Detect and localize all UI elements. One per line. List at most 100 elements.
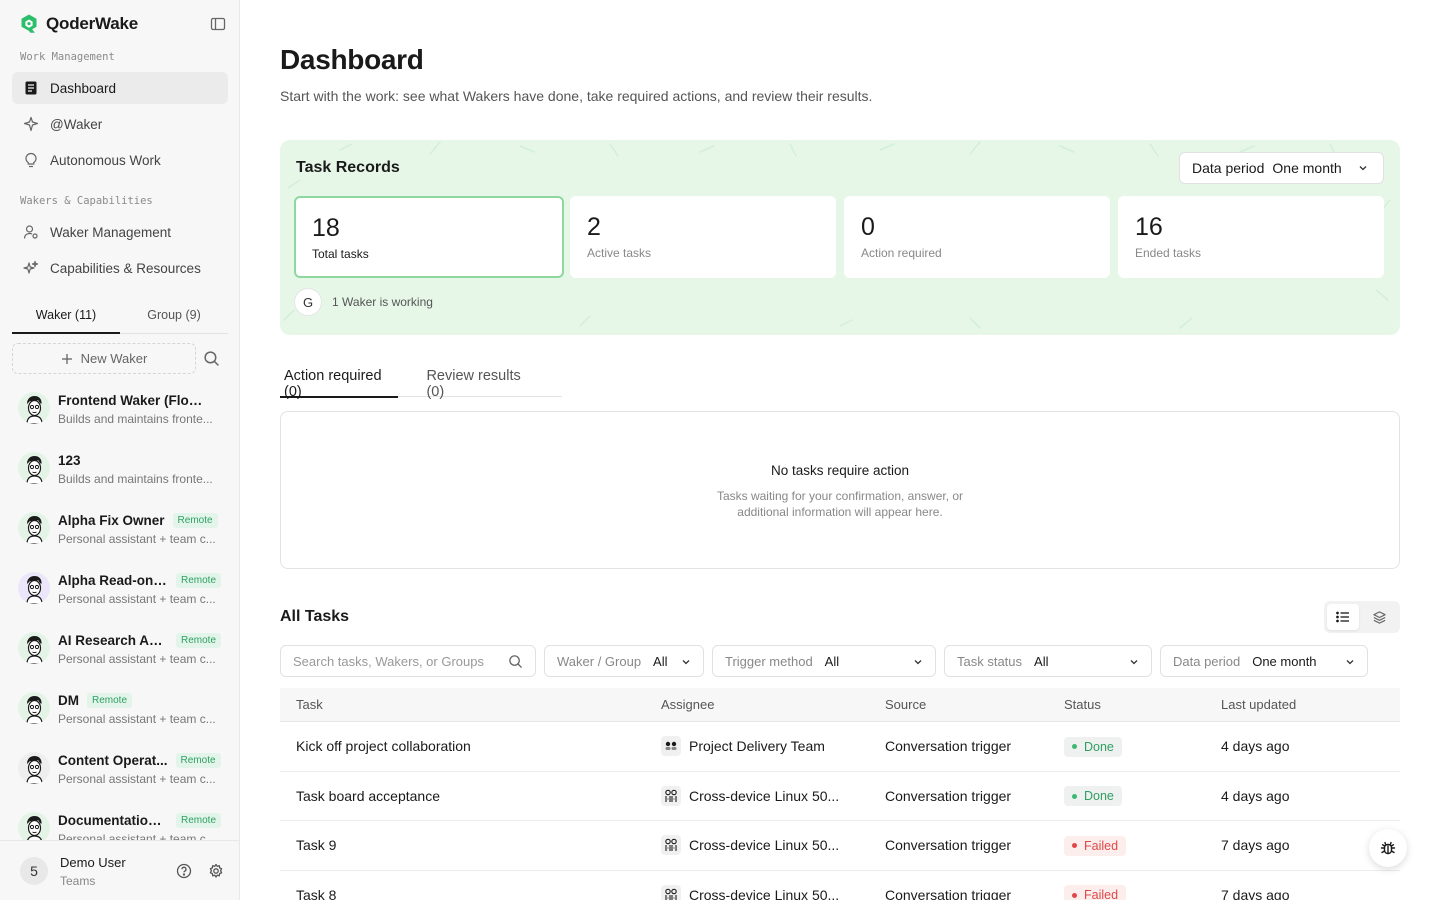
remote-badge: Remote <box>172 512 218 528</box>
nav-dashboard-label: Dashboard <box>50 80 117 96</box>
waker-avatar <box>18 692 50 724</box>
nav-waker-management[interactable]: Waker Management <box>12 216 228 248</box>
assignee-avatar <box>661 835 681 856</box>
stat-ended-tasks[interactable]: 16 Ended tasks <box>1118 196 1384 278</box>
device-avatar-icon <box>665 888 677 900</box>
table-row[interactable]: Task board acceptance Cross-device Linux … <box>280 772 1400 821</box>
column-header-source[interactable]: Source <box>885 697 1064 712</box>
waker-list-item[interactable]: DM Remote Personal assistant + team c... <box>0 680 239 740</box>
waker-group-filter[interactable]: Waker / Group All <box>544 645 704 677</box>
waker-list-item[interactable]: Documentation ... Remote Personal assistan… <box>0 800 239 840</box>
tab-action-required[interactable]: Action required (0) <box>280 360 399 400</box>
collapse-sidebar-button[interactable] <box>209 15 227 33</box>
tab-wakers[interactable]: Waker (11) <box>12 302 120 334</box>
waker-avatar-icon <box>26 576 43 604</box>
settings-gear-icon[interactable] <box>208 863 224 879</box>
search-icon[interactable] <box>203 350 220 367</box>
waker-avatar-icon <box>26 816 43 840</box>
waker-list: Frontend Waker (Flow i... Builds and main… <box>0 380 239 840</box>
table-row[interactable]: Task 9 Cross-device Linux 50... Conversati… <box>280 821 1400 871</box>
waker-name-row: Documentation ... Remote <box>58 811 239 829</box>
task-search-field[interactable] <box>280 645 536 677</box>
chevron-down-icon <box>914 660 922 665</box>
nav-autonomous-work[interactable]: Autonomous Work <box>12 144 228 176</box>
nav-waker[interactable]: @Waker <box>12 108 228 140</box>
records-data-period-select[interactable]: Data period One month <box>1179 152 1384 184</box>
waker-name: Documentation ... <box>58 812 168 828</box>
waker-list-item[interactable]: Frontend Waker (Flow i... Builds and main… <box>0 380 239 440</box>
status-text: Failed <box>1084 838 1119 853</box>
table-row[interactable]: Task 8 Cross-device Linux 50... Conversati… <box>280 871 1400 900</box>
data-period-label: Data period <box>1192 160 1265 176</box>
waker-name: Frontend Waker (Flow i... <box>58 392 210 408</box>
filter-value: All <box>1034 653 1049 669</box>
new-waker-button[interactable]: New Waker <box>12 343 196 374</box>
tasks-table: Task Assignee Source Status Last updated… <box>280 688 1400 900</box>
column-header-last-updated[interactable]: Last updated <box>1221 697 1400 712</box>
debug-button[interactable] <box>1369 829 1407 867</box>
task-name-cell: Task board acceptance <box>296 787 440 804</box>
stat-total-tasks[interactable]: 18 Total tasks <box>294 196 564 278</box>
user-avatar[interactable]: 5 <box>20 857 48 885</box>
waker-list-item[interactable]: Alpha Read-onl... Remote Personal assistan… <box>0 560 239 620</box>
assignee-name: Project Delivery Team <box>689 738 825 755</box>
stat-action-required[interactable]: 0 Action required <box>844 196 1110 278</box>
status-cell: Done <box>1064 736 1221 757</box>
table-row[interactable]: Kick off project collaboration Project De… <box>280 722 1400 772</box>
trigger-method-filter[interactable]: Trigger method All <box>712 645 936 677</box>
remote-badge: Remote <box>176 572 222 588</box>
sparkle-icon <box>23 116 39 132</box>
assignee-name: Cross-device Linux 50... <box>689 837 840 854</box>
status-badge: Done <box>1064 786 1122 806</box>
brand[interactable]: QoderWake <box>18 13 138 35</box>
source-cell: Conversation trigger <box>885 886 1012 900</box>
nav-capabilities[interactable]: Capabilities & Resources <box>12 252 228 284</box>
action-tabs: Action required (0) Review results (0) <box>280 360 562 400</box>
waker-list-item[interactable]: Content Operat... Remote Personal assistan… <box>0 740 239 800</box>
team-icon <box>665 742 677 751</box>
waker-name-row: Alpha Fix Owner Remote <box>58 511 239 529</box>
column-header-assignee[interactable]: Assignee <box>661 697 885 712</box>
stat-active-tasks[interactable]: 2 Active tasks <box>570 196 836 278</box>
all-tasks-title: All Tasks <box>280 608 350 625</box>
column-header-status[interactable]: Status <box>1064 697 1221 712</box>
waker-list-item[interactable]: 123 Builds and maintains fronte... <box>0 440 239 500</box>
source-cell: Conversation trigger <box>885 738 1012 755</box>
waker-avatar <box>18 512 50 544</box>
waker-list-item[interactable]: Alpha Fix Owner Remote Personal assistant … <box>0 500 239 560</box>
waker-list-item[interactable]: AI Research Ana... Remote Personal assista… <box>0 620 239 680</box>
layers-icon <box>1372 610 1386 624</box>
assignee-avatar <box>661 785 681 806</box>
source-cell: Conversation trigger <box>885 787 1012 804</box>
status-badge: Done <box>1064 736 1122 757</box>
stat-value: 2 <box>587 213 601 241</box>
waker-avatar <box>18 392 50 424</box>
waker-name-row: DM Remote <box>58 691 239 709</box>
user-team: Teams <box>60 874 96 888</box>
bug-icon <box>1380 841 1396 855</box>
waker-name: 123 <box>58 452 81 468</box>
tab-groups[interactable]: Group (9) <box>120 302 228 333</box>
lightbulb-icon <box>25 152 37 168</box>
waker-name: Content Operat... <box>58 752 168 768</box>
task-search-input[interactable] <box>281 646 491 676</box>
nav-dashboard[interactable]: Dashboard <box>12 72 228 104</box>
task-records-title: Task Records <box>296 159 400 176</box>
layers-view-button[interactable] <box>1363 604 1395 630</box>
view-switch <box>1324 601 1400 633</box>
tab-review-results[interactable]: Review results (0) <box>422 360 534 400</box>
working-waker-avatar[interactable]: G <box>294 288 322 316</box>
column-header-task[interactable]: Task <box>280 697 661 712</box>
task-status-filter[interactable]: Task status All <box>944 645 1152 677</box>
chevron-down-icon <box>1346 660 1354 665</box>
list-view-button[interactable] <box>1327 604 1359 630</box>
task-records-panel: Task Records Data period One month 18 To… <box>280 140 1400 335</box>
assignee-avatar <box>661 736 681 757</box>
help-icon[interactable] <box>176 863 192 879</box>
data-period-filter[interactable]: Data period One month <box>1160 645 1368 677</box>
status-text: Failed <box>1084 888 1119 900</box>
sidebar: QoderWake Work Management Dashboard @Wak… <box>0 0 240 900</box>
assignee-cell: Cross-device Linux 50... <box>661 785 885 806</box>
sidebar-tabs: Waker (11) Group (9) <box>12 302 228 334</box>
waker-description: Personal assistant + team c... <box>58 592 216 606</box>
